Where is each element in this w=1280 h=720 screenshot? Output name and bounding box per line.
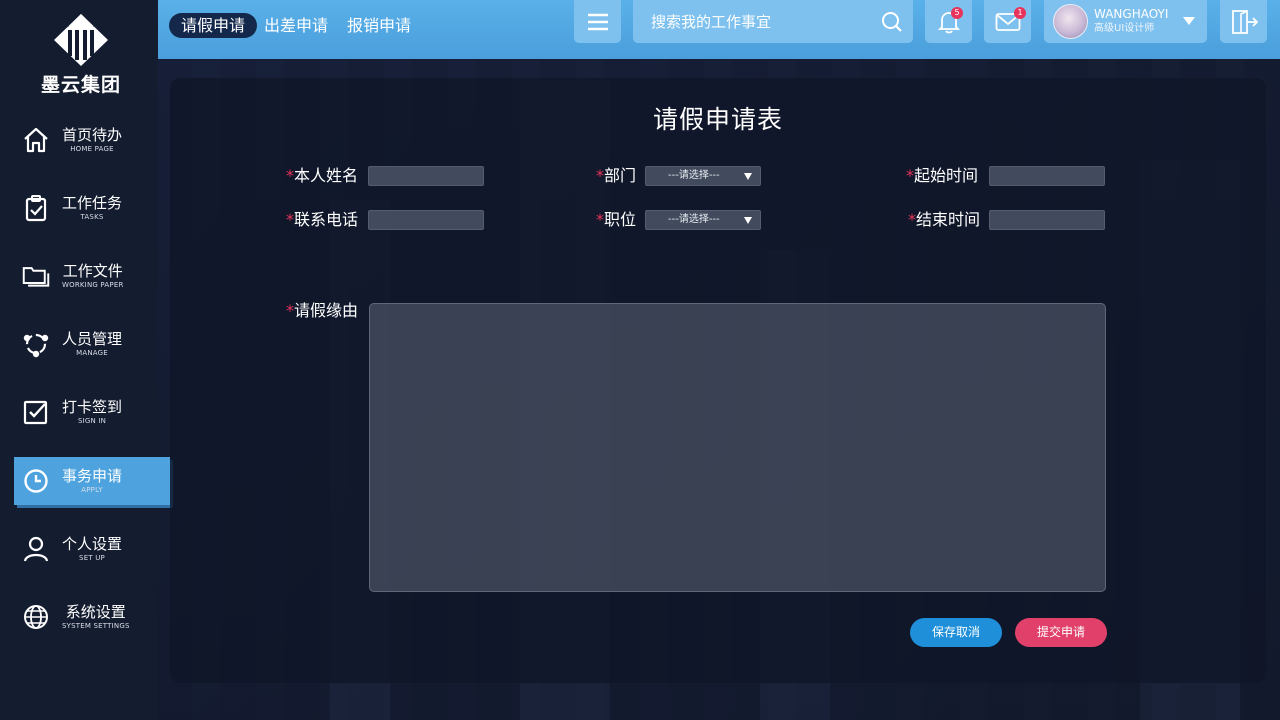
tab-reimbursement[interactable]: 报销申请 xyxy=(347,13,411,38)
sidebar-item-sign-in[interactable]: 打卡签到 SIGN IN xyxy=(14,388,170,436)
sidebar-item-label: 首页待办 xyxy=(62,126,123,144)
department-select[interactable]: ---请选择--- xyxy=(645,166,761,186)
hamburger-icon xyxy=(587,13,608,30)
position-label: *职位 xyxy=(596,210,636,230)
sidebar-item-label: 个人设置 xyxy=(62,535,123,553)
folder-icon xyxy=(22,262,50,290)
clipboard-check-icon xyxy=(22,194,50,222)
sidebar-item-home[interactable]: 首页待办 HOME PAGE xyxy=(14,116,170,164)
tab-business-trip[interactable]: 出差申请 xyxy=(264,13,328,38)
globe-icon xyxy=(22,603,50,631)
start-time-input[interactable] xyxy=(989,166,1105,186)
sidebar-item-tasks[interactable]: 工作任务 TASKS xyxy=(14,184,170,232)
end-time-label-text: 结束时间 xyxy=(916,210,981,229)
sidebar-item-label: 系统设置 xyxy=(65,603,126,621)
name-label: *本人姓名 xyxy=(286,166,358,186)
required-mark: * xyxy=(596,166,604,185)
sidebar-item-sublabel: SIGN IN xyxy=(77,417,107,425)
sidebar-item-sublabel: WORKING PAPER xyxy=(62,281,124,289)
sidebar-item-label: 工作文件 xyxy=(62,262,123,280)
sidebar-item-sublabel: MANAGE xyxy=(76,349,108,357)
sidebar-item-sublabel: APPLY xyxy=(81,486,103,494)
name-input[interactable] xyxy=(368,166,484,186)
start-time-label: *起始时间 xyxy=(906,166,978,186)
user-name: WANGHAOYI xyxy=(1094,7,1169,21)
chevron-down-icon xyxy=(1183,17,1195,25)
position-select[interactable]: ---请选择--- xyxy=(645,210,761,230)
position-select-value: ---请选择--- xyxy=(668,214,720,225)
user-menu[interactable]: WANGHAOYI 高级UI设计师 xyxy=(1044,0,1207,43)
name-label-text: 本人姓名 xyxy=(294,166,359,185)
logo-icon xyxy=(54,14,108,66)
dropdown-arrow-icon xyxy=(744,217,752,224)
home-icon xyxy=(22,126,50,154)
tab-leave-request[interactable]: 请假申请 xyxy=(169,13,258,38)
logout-icon xyxy=(1231,9,1258,34)
sidebar-item-label: 人员管理 xyxy=(62,330,123,348)
clock-icon xyxy=(22,467,50,495)
required-mark: * xyxy=(906,166,914,185)
reason-label-text: 请假缘由 xyxy=(294,301,359,320)
search-input[interactable] xyxy=(651,10,871,34)
sidebar-item-label: 工作任务 xyxy=(62,194,123,212)
department-label: *部门 xyxy=(596,166,636,186)
sidebar-item-sublabel: SET UP xyxy=(79,554,105,562)
sidebar-item-sublabel: SYSTEM SETTINGS xyxy=(62,622,130,630)
brand-logo[interactable]: 墨云集团 xyxy=(40,12,122,97)
user-role: 高级UI设计师 xyxy=(1094,23,1155,34)
sidebar-item-sublabel: HOME PAGE xyxy=(70,145,114,153)
reason-label: *请假缘由 xyxy=(286,301,358,321)
message-badge: 1 xyxy=(1014,7,1026,19)
menu-button[interactable] xyxy=(574,0,621,43)
save-cancel-button[interactable]: 保存取消 xyxy=(910,618,1002,647)
logout-button[interactable] xyxy=(1220,0,1267,43)
avatar xyxy=(1053,4,1088,39)
leave-request-panel: 请假申请表 *本人姓名 *部门 ---请选择--- *起始时间 *联系电话 *职… xyxy=(170,78,1266,683)
notification-badge: 5 xyxy=(951,7,963,19)
sidebar-item-label: 事务申请 xyxy=(62,467,123,485)
reason-textarea[interactable] xyxy=(369,303,1106,592)
required-mark: * xyxy=(596,210,604,229)
end-time-label: *结束时间 xyxy=(908,210,980,230)
user-icon xyxy=(22,535,50,563)
phone-input[interactable] xyxy=(368,210,484,230)
people-network-icon xyxy=(22,330,50,358)
submit-button[interactable]: 提交申请 xyxy=(1015,618,1107,647)
sidebar-item-sublabel: TASKS xyxy=(80,213,104,221)
sidebar-item-apply[interactable]: 事务申请 APPLY xyxy=(14,457,170,505)
phone-label: *联系电话 xyxy=(286,210,358,230)
sidebar-item-manage[interactable]: 人员管理 MANAGE xyxy=(14,320,170,368)
required-mark: * xyxy=(286,210,294,229)
checkbox-icon xyxy=(22,398,50,426)
messages-button[interactable]: 1 xyxy=(984,0,1031,43)
sidebar-item-set-up[interactable]: 个人设置 SET UP xyxy=(14,525,170,573)
position-label-text: 职位 xyxy=(604,210,637,229)
sidebar-item-system-settings[interactable]: 系统设置 SYSTEM SETTINGS xyxy=(14,593,170,641)
top-bar: 请假申请 出差申请 报销申请 5 1 WANGHAOYI 高级UI设计师 xyxy=(158,0,1280,59)
end-time-input[interactable] xyxy=(989,210,1105,230)
department-label-text: 部门 xyxy=(604,166,637,185)
required-mark: * xyxy=(286,301,294,320)
sidebar: 墨云集团 首页待办 HOME PAGE 工作任务 TASKS 工作文件 WORKING… xyxy=(0,0,170,720)
start-time-label-text: 起始时间 xyxy=(914,166,979,185)
phone-label-text: 联系电话 xyxy=(294,210,359,229)
brand-name: 墨云集团 xyxy=(40,74,121,96)
notifications-button[interactable]: 5 xyxy=(925,0,972,43)
dropdown-arrow-icon xyxy=(744,173,752,180)
search-icon[interactable] xyxy=(881,11,903,37)
form-title: 请假申请表 xyxy=(652,105,783,134)
required-mark: * xyxy=(286,166,294,185)
required-mark: * xyxy=(908,210,916,229)
search-box xyxy=(633,0,913,43)
department-select-value: ---请选择--- xyxy=(668,170,720,181)
sidebar-item-label: 打卡签到 xyxy=(62,398,123,416)
sidebar-item-working-paper[interactable]: 工作文件 WORKING PAPER xyxy=(14,252,170,300)
